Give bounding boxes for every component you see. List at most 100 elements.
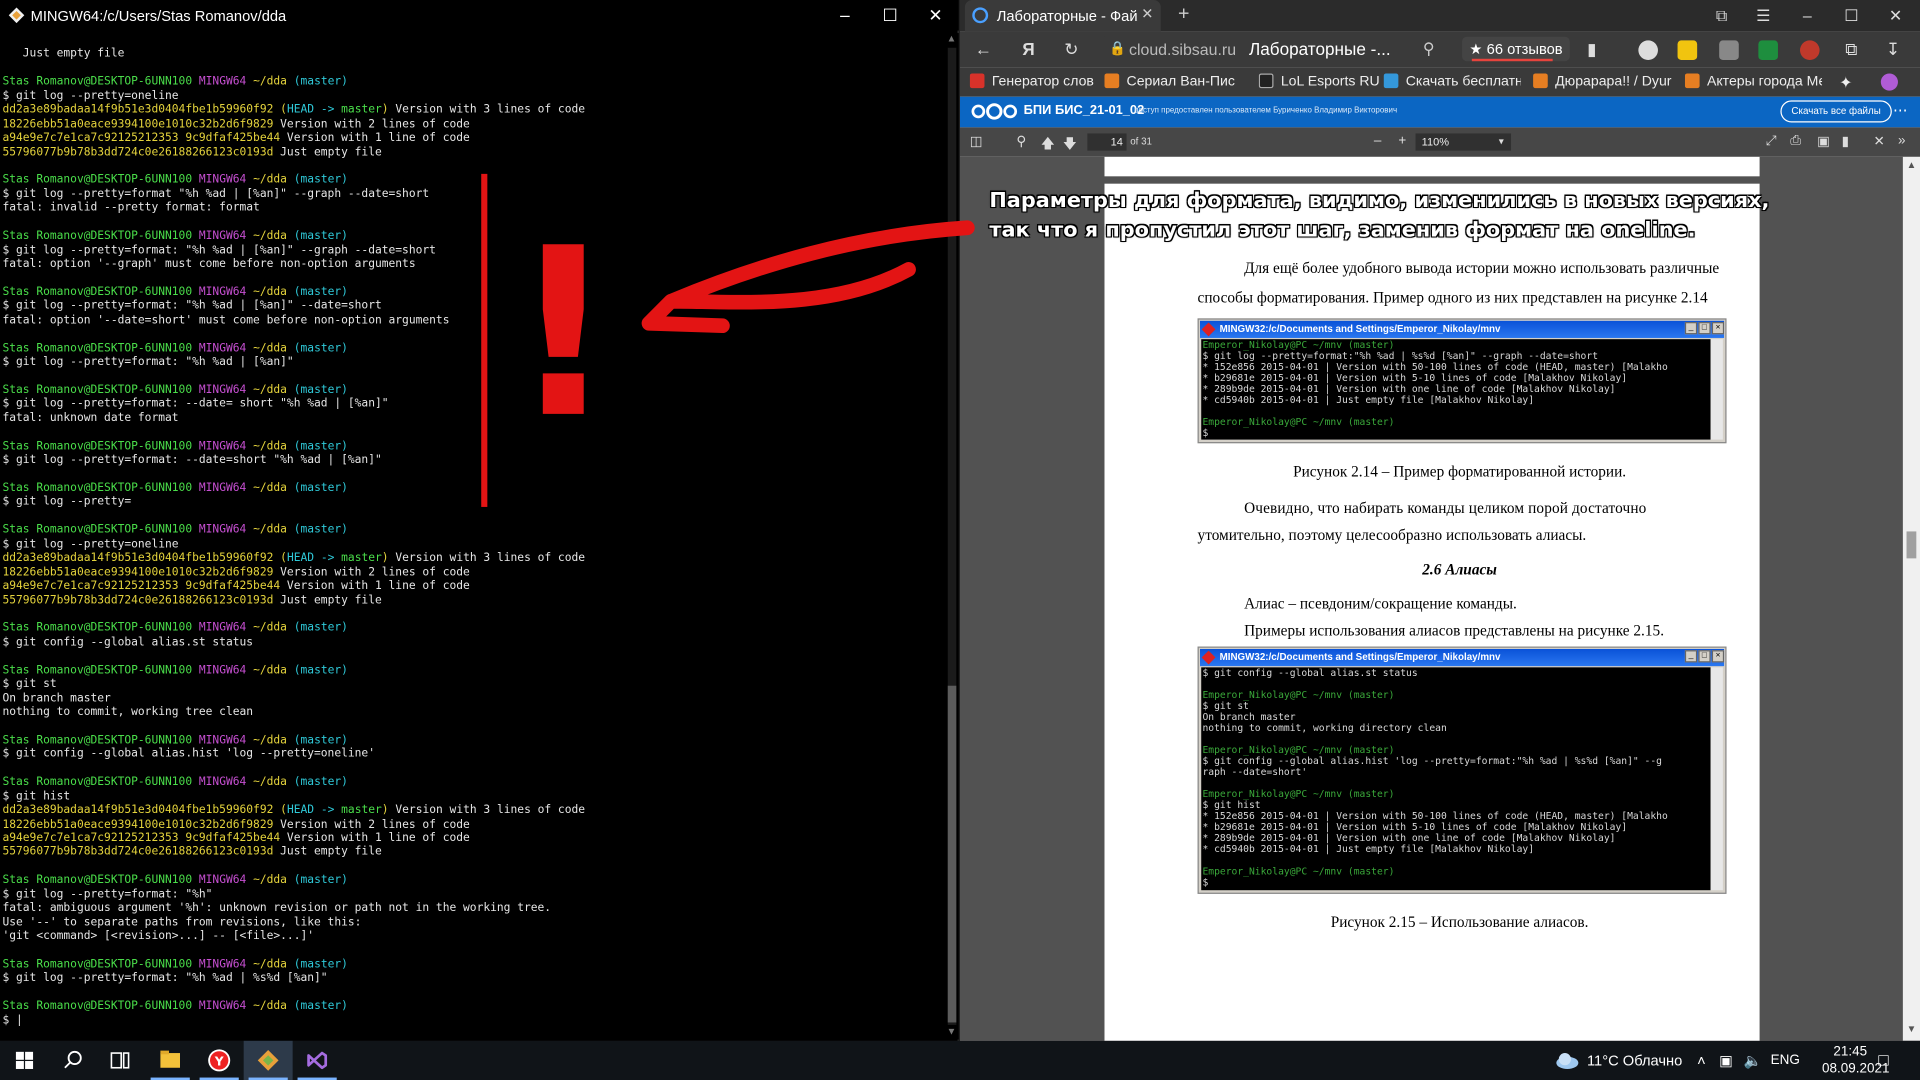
terminal-text: Stas Romanov@DESKTOP-6UNN100 [2, 621, 199, 635]
terminal-titlebar[interactable]: MINGW64:/c/Users/Stas Romanov/dda – ☐ ✕ [0, 0, 959, 31]
close-button[interactable]: ✕ [912, 0, 959, 31]
terminal-title: MINGW64:/c/Users/Stas Romanov/dda [30, 7, 287, 25]
record-extension-icon[interactable] [1800, 40, 1820, 61]
terminal-text: ~/dda [253, 999, 294, 1013]
terminal-line: 'git <command> [<revision>...] -- [<file… [2, 929, 942, 943]
page-number-input[interactable]: 14 [1087, 133, 1127, 151]
bookmark-item[interactable]: Дюрарара!! / Dyur [1533, 73, 1673, 89]
terminal-text: Stas Romanov@DESKTOP-6UNN100 [2, 75, 199, 89]
terminal-output[interactable]: Just empty file Stas Romanov@DESKTOP-6UNN… [2, 33, 942, 1037]
language-indicator[interactable]: ENG [1771, 1053, 1800, 1068]
scroll-down-icon[interactable]: ▼ [1905, 1024, 1917, 1035]
taskbar-yandex-browser[interactable]: Y [195, 1041, 244, 1080]
zoom-select[interactable]: 110% [1415, 133, 1512, 151]
terminal-line: $ git log --pretty= [2, 495, 942, 509]
zoom-out-icon[interactable]: – [1374, 133, 1382, 148]
maximize-button[interactable]: ☐ [1829, 0, 1873, 32]
maximize-button[interactable]: ☐ [867, 0, 914, 31]
taskbar-visual-studio[interactable] [293, 1041, 342, 1080]
pdf-scrollbar[interactable]: ▲ ▼ [1902, 156, 1920, 1041]
terminal-line: Stas Romanov@DESKTOP-6UNN100 MINGW64 ~/d… [2, 663, 942, 677]
terminal-line: $ git log --pretty=format: "%h %ad | [%a… [2, 299, 942, 313]
zoom-in-icon[interactable]: + [1398, 133, 1406, 148]
save-icon[interactable]: ▣ [1817, 133, 1830, 150]
bookmark-item[interactable]: Сериал Ван-Пис С [1104, 73, 1239, 89]
bookmark-icon[interactable]: ▮ [1580, 39, 1604, 60]
terminal-text: (master) [293, 75, 348, 89]
taskbar-file-explorer[interactable] [146, 1041, 195, 1080]
window-icon [1201, 322, 1216, 337]
notifications-icon[interactable]: □ [1878, 1049, 1888, 1069]
search-icon[interactable]: ⚲ [1423, 39, 1435, 59]
bookmark-icon[interactable]: ▮ [1842, 133, 1849, 150]
minimize-button[interactable]: – [822, 0, 869, 31]
weather-text[interactable]: 11°C Облачно [1587, 1052, 1682, 1069]
terminal-line: 55796077b9b78b3dd724c0e26188266123c0193d… [2, 845, 942, 859]
browser-window[interactable]: Лабораторные - Файлы ✕ + ⧉ ☰ – ☐ ✕ ← Я ↻… [960, 0, 1920, 1041]
new-tab-icon[interactable]: + [1178, 4, 1189, 26]
chevron-up-icon[interactable]: ˄ [1697, 1052, 1706, 1069]
more-icon[interactable]: ⋯ [1893, 102, 1908, 119]
download-icon[interactable]: ↧ [1881, 39, 1905, 60]
browser-tab[interactable]: Лабораторные - Файлы ✕ [964, 0, 1161, 32]
print-icon[interactable]: ⎙ [1790, 133, 1801, 149]
close-viewer-icon[interactable]: ✕ [1873, 133, 1884, 150]
add-bookmark-icon[interactable]: ✦ [1839, 73, 1852, 93]
task-view-button[interactable] [96, 1041, 145, 1080]
download-all-button[interactable]: Скачать все файлы [1780, 100, 1892, 123]
terminal-text: 55796077b9b78b3dd724c0e26188266123c0193d [2, 845, 281, 859]
terminal-text: ~/dda [253, 733, 294, 747]
puzzle-extension-icon[interactable] [1719, 40, 1739, 61]
terminal-text: $ git config --global alias.st status [2, 635, 254, 649]
network-icon[interactable]: ▣ [1719, 1052, 1733, 1069]
terminal-text: ~/dda [253, 173, 294, 187]
reload-icon[interactable]: ↻ [1059, 39, 1083, 60]
search-button[interactable] [49, 1041, 98, 1080]
scroll-thumb[interactable] [947, 685, 957, 1023]
reviews-badge[interactable]: ★ 66 отзывов [1462, 36, 1570, 62]
close-button[interactable]: ✕ [1873, 0, 1917, 32]
terminal-text: ~/dda [253, 481, 294, 495]
yandex-icon[interactable]: Я [1016, 39, 1040, 59]
console-line: Emperor_Nikolay@PC ~/mnv (master) [1202, 788, 1395, 800]
navigation-bar: ← Я ↻ 🔒 cloud.sibsau.ru Лабораторные -..… [960, 31, 1920, 68]
terminal-line: Just empty file [2, 47, 942, 61]
presentation-icon[interactable]: ⤢ [1766, 133, 1777, 149]
address-bar[interactable]: 🔒 cloud.sibsau.ru Лабораторные -... ⚲ [1102, 35, 1449, 64]
terminal-line: dd2a3e89badaa14f9b51e3d0404fbe1b59960f92… [2, 103, 942, 117]
terminal-window[interactable]: MINGW64:/c/Users/Stas Romanov/dda – ☐ ✕ … [0, 0, 959, 1041]
sidebar-toggle-icon[interactable]: ◫ [970, 133, 983, 150]
back-icon[interactable]: ← [971, 39, 995, 59]
scroll-up-icon[interactable]: ▲ [1905, 159, 1917, 170]
menu-icon[interactable]: ☰ [1741, 0, 1785, 32]
previous-page-icon[interactable]: 🡅 [1041, 133, 1055, 156]
shield-extension-icon[interactable] [1758, 40, 1778, 61]
start-button[interactable] [0, 1041, 49, 1080]
folder-extension-icon[interactable] [1677, 40, 1698, 61]
bookmark-item[interactable]: LoL Esports RU [1258, 73, 1381, 89]
bookmark-item[interactable]: Генератор слов [969, 73, 1099, 89]
next-page-icon[interactable]: 🡇 [1063, 133, 1077, 156]
minimize-button[interactable]: – [1785, 0, 1829, 32]
terminal-text: Version with 3 lines of code [395, 103, 586, 117]
bookmark-item[interactable]: Актеры города Ме [1684, 73, 1822, 89]
extensions-icon[interactable]: ⧉ [1839, 39, 1863, 60]
volume-icon[interactable]: 🔈 [1744, 1052, 1762, 1069]
clock[interactable]: 21:45 08.09.2021 [1822, 1043, 1889, 1077]
globe-extension-icon[interactable] [1638, 40, 1658, 61]
tab-close-icon[interactable]: ✕ [1141, 5, 1153, 22]
find-icon[interactable]: ⚲ [1016, 133, 1026, 150]
scroll-down-icon[interactable]: ▼ [945, 1026, 957, 1037]
bookmark-item[interactable]: Скачать бесплатн [1383, 73, 1521, 89]
scroll-thumb[interactable] [1906, 531, 1917, 559]
taskbar-git-bash[interactable] [243, 1040, 293, 1080]
visual-studio-icon [307, 1051, 328, 1070]
profile-icon[interactable] [1880, 73, 1898, 91]
collections-icon[interactable]: ⧉ [1700, 0, 1744, 32]
scroll-up-icon[interactable]: ▲ [945, 33, 957, 44]
terminal-scrollbar[interactable]: ▲ ▼ [944, 33, 959, 1040]
tools-icon[interactable]: » [1898, 133, 1906, 148]
pdf-viewer[interactable]: Для ещё более удобного вывода истории мо… [960, 156, 1920, 1041]
